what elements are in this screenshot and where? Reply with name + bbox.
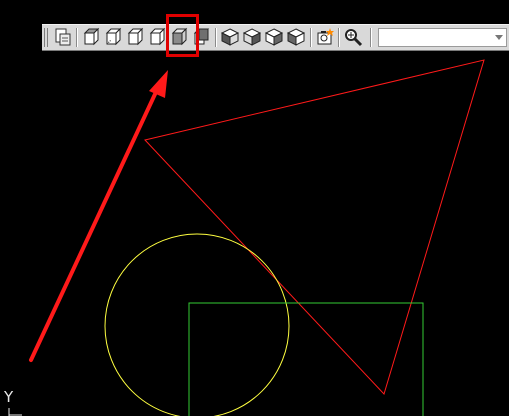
chevron-down-icon (495, 35, 503, 40)
zoom-icon (345, 29, 363, 47)
named-views-icon (55, 28, 71, 46)
zoom-realtime-button[interactable] (343, 27, 363, 47)
camera-icon (317, 28, 334, 45)
view-toolbar (42, 24, 509, 51)
red-triangle[interactable] (144, 59, 485, 395)
toolbar-separator (370, 28, 372, 47)
bottom-view-icon (105, 27, 122, 46)
named-views-button[interactable] (53, 27, 73, 47)
nw-isometric-button[interactable] (286, 27, 306, 47)
top-view-button[interactable] (81, 27, 101, 47)
annotation-arrow-shaft (29, 90, 158, 362)
sw-isometric-icon (220, 28, 240, 46)
drawing-area[interactable] (0, 0, 509, 416)
view-dropdown[interactable] (378, 28, 507, 47)
toolbar-separator (338, 28, 340, 47)
toolbar-separator (310, 28, 312, 47)
nw-isometric-icon (286, 28, 306, 46)
annotation-arrow-head (149, 70, 168, 98)
top-view-icon (83, 27, 100, 46)
camera-button[interactable] (315, 27, 335, 47)
highlight-box (166, 14, 199, 57)
toolbar-separator (76, 28, 78, 47)
ne-isometric-icon (264, 28, 284, 46)
bottom-view-button[interactable] (103, 27, 123, 47)
yellow-circle[interactable] (104, 233, 290, 416)
toolbar-separator (215, 28, 217, 47)
green-rectangle[interactable] (188, 302, 424, 416)
left-view-button[interactable] (125, 27, 145, 47)
right-view-button[interactable] (147, 27, 167, 47)
drawing-canvas[interactable]: Y (0, 0, 509, 416)
right-view-icon (149, 27, 166, 46)
ucs-y-label: Y (4, 388, 14, 406)
se-isometric-button[interactable] (242, 27, 262, 47)
se-isometric-icon (242, 28, 262, 46)
left-view-icon (127, 27, 144, 46)
ne-isometric-button[interactable] (264, 27, 284, 47)
sw-isometric-button[interactable] (220, 27, 240, 47)
toolbar-grip[interactable] (44, 28, 50, 47)
